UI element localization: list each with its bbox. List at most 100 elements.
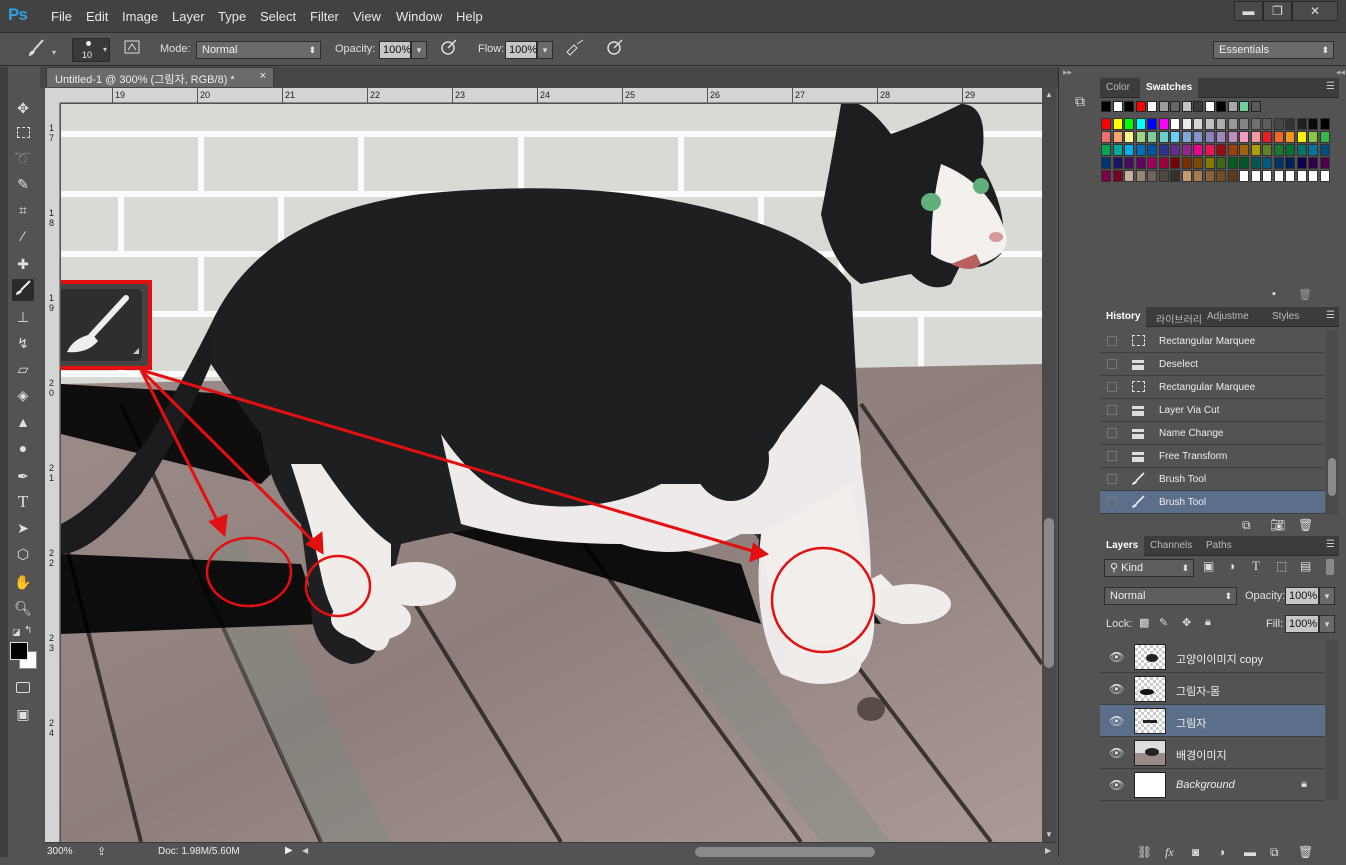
- eye-icon[interactable]: 👁︎: [1109, 682, 1124, 696]
- tab-libraries[interactable]: 라이브러리: [1150, 307, 1208, 327]
- swatch[interactable]: [1101, 131, 1111, 143]
- swatch[interactable]: [1170, 118, 1180, 130]
- swatch[interactable]: [1285, 118, 1295, 130]
- menu-view[interactable]: View: [353, 9, 381, 24]
- swatch[interactable]: [1147, 157, 1157, 169]
- swatch[interactable]: [1296, 144, 1307, 156]
- menu-filter[interactable]: Filter: [310, 9, 339, 24]
- swatch[interactable]: [1158, 157, 1169, 169]
- default-colors-icon[interactable]: ◪: [12, 627, 21, 638]
- history-source-checkbox[interactable]: [1107, 382, 1117, 392]
- swatch[interactable]: [1262, 118, 1272, 130]
- swatch[interactable]: [1158, 131, 1169, 143]
- snapshot-icon[interactable]: 📷︎: [1270, 518, 1285, 532]
- swatch[interactable]: [1308, 118, 1318, 130]
- swatch[interactable]: [1319, 118, 1330, 130]
- collapse-dock-icon[interactable]: ◂◂: [1336, 67, 1345, 78]
- swatch[interactable]: [1112, 131, 1123, 143]
- tab-paths[interactable]: Paths: [1200, 536, 1238, 556]
- swatch[interactable]: [1250, 118, 1261, 130]
- history-source-checkbox[interactable]: [1107, 359, 1117, 369]
- vertical-scroll-thumb[interactable]: [1044, 518, 1054, 668]
- layer-filter-select[interactable]: ⚲ Kind ⬍: [1104, 559, 1194, 577]
- eye-icon[interactable]: 👁︎: [1109, 650, 1124, 664]
- status-menu-arrow-icon[interactable]: ▶: [285, 845, 293, 856]
- type-tool-icon[interactable]: T: [12, 491, 34, 513]
- swatch[interactable]: [1170, 157, 1180, 169]
- eraser-tool-icon[interactable]: ▱: [12, 358, 34, 380]
- menu-layer[interactable]: Layer: [172, 9, 205, 24]
- swatch[interactable]: [1170, 101, 1180, 112]
- opacity-input[interactable]: 100%: [379, 41, 411, 59]
- swatch[interactable]: [1193, 118, 1203, 130]
- swatch[interactable]: [1204, 144, 1215, 156]
- filter-adjustment-icon[interactable]: ◑: [1228, 559, 1235, 573]
- lock-transparent-icon[interactable]: ▩: [1139, 616, 1149, 629]
- move-tool-icon[interactable]: ✥: [12, 97, 34, 119]
- history-source-checkbox[interactable]: [1107, 497, 1117, 507]
- swatch[interactable]: [1124, 157, 1134, 169]
- workspace-select[interactable]: Essentials ⬍: [1213, 41, 1334, 59]
- swatch[interactable]: [1124, 118, 1134, 130]
- panel-menu-icon[interactable]: ☰: [1326, 539, 1335, 550]
- swatch[interactable]: [1239, 101, 1249, 112]
- fill-dropdown-icon[interactable]: ▾: [1319, 615, 1335, 633]
- brush-tool-icon[interactable]: [12, 279, 34, 301]
- quick-mask-icon[interactable]: [12, 677, 34, 699]
- swatch[interactable]: [1112, 157, 1123, 169]
- tab-history[interactable]: History: [1100, 307, 1147, 327]
- eye-icon[interactable]: 👁︎: [1109, 778, 1124, 792]
- menu-select[interactable]: Select: [260, 9, 296, 24]
- scroll-left-icon[interactable]: ◀: [302, 846, 308, 855]
- paint-bucket-tool-icon[interactable]: ◈: [12, 384, 34, 406]
- filter-toggle[interactable]: [1326, 559, 1334, 575]
- fx-icon[interactable]: fx: [1165, 845, 1174, 860]
- healing-brush-tool-icon[interactable]: ✚: [12, 253, 34, 275]
- tab-color[interactable]: Color: [1100, 78, 1136, 98]
- history-item[interactable]: Brush Tool: [1100, 491, 1325, 514]
- history-source-checkbox[interactable]: [1107, 451, 1117, 461]
- blur-tool-icon[interactable]: ▲: [12, 411, 34, 433]
- layer-opacity-input[interactable]: 100%: [1285, 587, 1319, 605]
- swatch[interactable]: [1112, 170, 1123, 182]
- swatch[interactable]: [1204, 131, 1215, 143]
- dodge-tool-icon[interactable]: ●: [12, 437, 34, 459]
- swatch[interactable]: [1227, 131, 1238, 143]
- tab-channels[interactable]: Channels: [1144, 536, 1198, 556]
- mode-select[interactable]: Normal ⬍: [196, 41, 321, 59]
- eye-icon[interactable]: 👁︎: [1109, 746, 1124, 760]
- new-adjustment-layer-icon[interactable]: ◑: [1218, 845, 1225, 859]
- collapse-icon[interactable]: ▸▸: [1063, 67, 1072, 78]
- lock-pixels-icon[interactable]: ✎: [1159, 616, 1168, 629]
- swatch[interactable]: [1147, 118, 1157, 130]
- chevron-down-icon[interactable]: ▾: [52, 48, 56, 57]
- swatch[interactable]: [1285, 157, 1295, 169]
- swatch[interactable]: [1193, 157, 1203, 169]
- swatch[interactable]: [1147, 101, 1157, 112]
- swatch[interactable]: [1308, 170, 1318, 182]
- swatch[interactable]: [1124, 131, 1134, 143]
- swatch[interactable]: [1193, 144, 1203, 156]
- lock-position-icon[interactable]: ✥: [1182, 616, 1191, 629]
- history-item[interactable]: Deselect: [1100, 353, 1325, 376]
- menu-file[interactable]: File: [51, 9, 72, 24]
- panel-menu-icon[interactable]: ☰: [1326, 81, 1335, 92]
- brush-preset-icon[interactable]: [25, 38, 47, 60]
- swatch[interactable]: [1262, 131, 1272, 143]
- swatch[interactable]: [1112, 101, 1123, 112]
- hand-tool-icon[interactable]: ✋: [12, 571, 34, 593]
- path-select-tool-icon[interactable]: ➤: [12, 517, 34, 539]
- swatch[interactable]: [1239, 131, 1249, 143]
- swatch[interactable]: [1135, 157, 1146, 169]
- swatch[interactable]: [1262, 144, 1272, 156]
- foreground-color-swatch[interactable]: [10, 642, 28, 660]
- swatch[interactable]: [1216, 131, 1226, 143]
- swatch[interactable]: [1124, 144, 1134, 156]
- swatch[interactable]: [1147, 144, 1157, 156]
- swatch[interactable]: [1250, 131, 1261, 143]
- horizontal-scroll-thumb[interactable]: [695, 847, 875, 857]
- swatch[interactable]: [1239, 157, 1249, 169]
- pressure-opacity-icon[interactable]: [438, 38, 460, 60]
- layer-opacity-dropdown-icon[interactable]: ▾: [1319, 587, 1335, 605]
- eye-icon[interactable]: 👁︎: [1109, 714, 1124, 728]
